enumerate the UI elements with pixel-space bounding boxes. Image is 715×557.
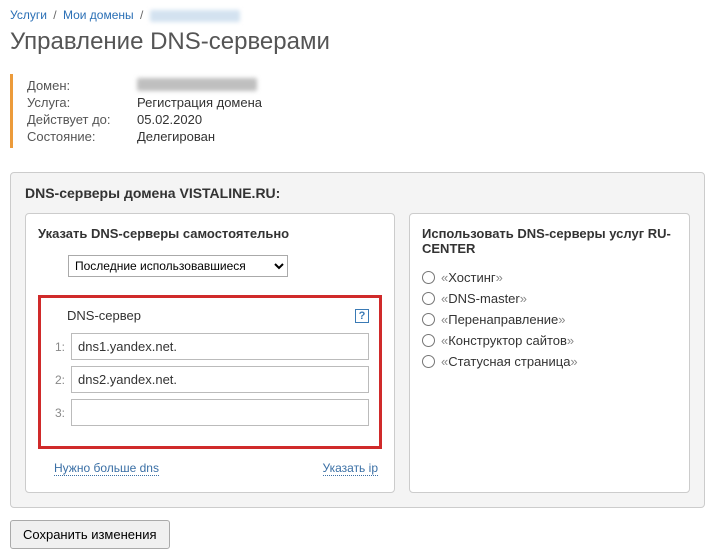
info-state-label: Состояние: [27,129,137,144]
radio-redirect[interactable]: «Перенаправление» [422,312,677,327]
info-domain-label: Домен: [27,78,137,93]
set-ip-link[interactable]: Указать ip [323,461,378,476]
breadcrumb-services[interactable]: Услуги [10,8,47,22]
help-icon[interactable]: ? [355,309,369,323]
dns-row: 3: [51,399,369,426]
dns-row-num: 3: [51,406,65,420]
rucenter-dns-panel: Использовать DNS-серверы услуг RU-CENTER… [409,213,690,493]
dns-input-1[interactable] [71,333,369,360]
dns-input-group: DNS-сервер ? 1: 2: 3: [38,295,382,449]
info-domain-value-blurred [137,78,257,91]
dns-panel-title: DNS-серверы домена VISTALINE.RU: [25,185,690,201]
dns-row: 2: [51,366,369,393]
info-service-value: Регистрация домена [137,95,262,110]
save-button[interactable]: Сохранить изменения [10,520,170,549]
rucenter-dns-title: Использовать DNS-серверы услуг RU-CENTER [422,226,677,256]
info-service-label: Услуга: [27,95,137,110]
radio-hosting-input[interactable] [422,271,435,284]
radio-dns-master-input[interactable] [422,292,435,305]
breadcrumb-current-blurred [150,10,240,22]
radio-redirect-input[interactable] [422,313,435,326]
recent-dns-select[interactable]: Последние использовавшиеся [68,255,288,277]
rucenter-options: «Хостинг» «DNS-master» «Перенаправление»… [422,270,677,369]
breadcrumb: Услуги / Мои домены / [10,8,705,22]
radio-site-builder-input[interactable] [422,334,435,347]
radio-dns-master[interactable]: «DNS-master» [422,291,677,306]
radio-status-page[interactable]: «Статусная страница» [422,354,677,369]
radio-site-builder[interactable]: «Конструктор сайтов» [422,333,677,348]
dns-input-2[interactable] [71,366,369,393]
dns-input-3[interactable] [71,399,369,426]
domain-info: Домен: Услуга: Регистрация домена Действ… [10,74,705,148]
breadcrumb-sep: / [53,8,56,22]
dns-row-num: 2: [51,373,65,387]
manual-dns-title: Указать DNS-серверы самостоятельно [38,226,382,241]
radio-hosting[interactable]: «Хостинг» [422,270,677,285]
dns-header-label: DNS-сервер [67,308,141,323]
page-title: Управление DNS-серверами [10,28,705,56]
breadcrumb-sep: / [140,8,143,22]
dns-row-num: 1: [51,340,65,354]
radio-status-page-input[interactable] [422,355,435,368]
dns-row: 1: [51,333,369,360]
breadcrumb-my-domains[interactable]: Мои домены [63,8,134,22]
manual-dns-panel: Указать DNS-серверы самостоятельно После… [25,213,395,493]
info-valid-value: 05.02.2020 [137,112,202,127]
info-state-value: Делегирован [137,129,215,144]
more-dns-link[interactable]: Нужно больше dns [54,461,159,476]
dns-panel: DNS-серверы домена VISTALINE.RU: Указать… [10,172,705,508]
info-valid-label: Действует до: [27,112,137,127]
